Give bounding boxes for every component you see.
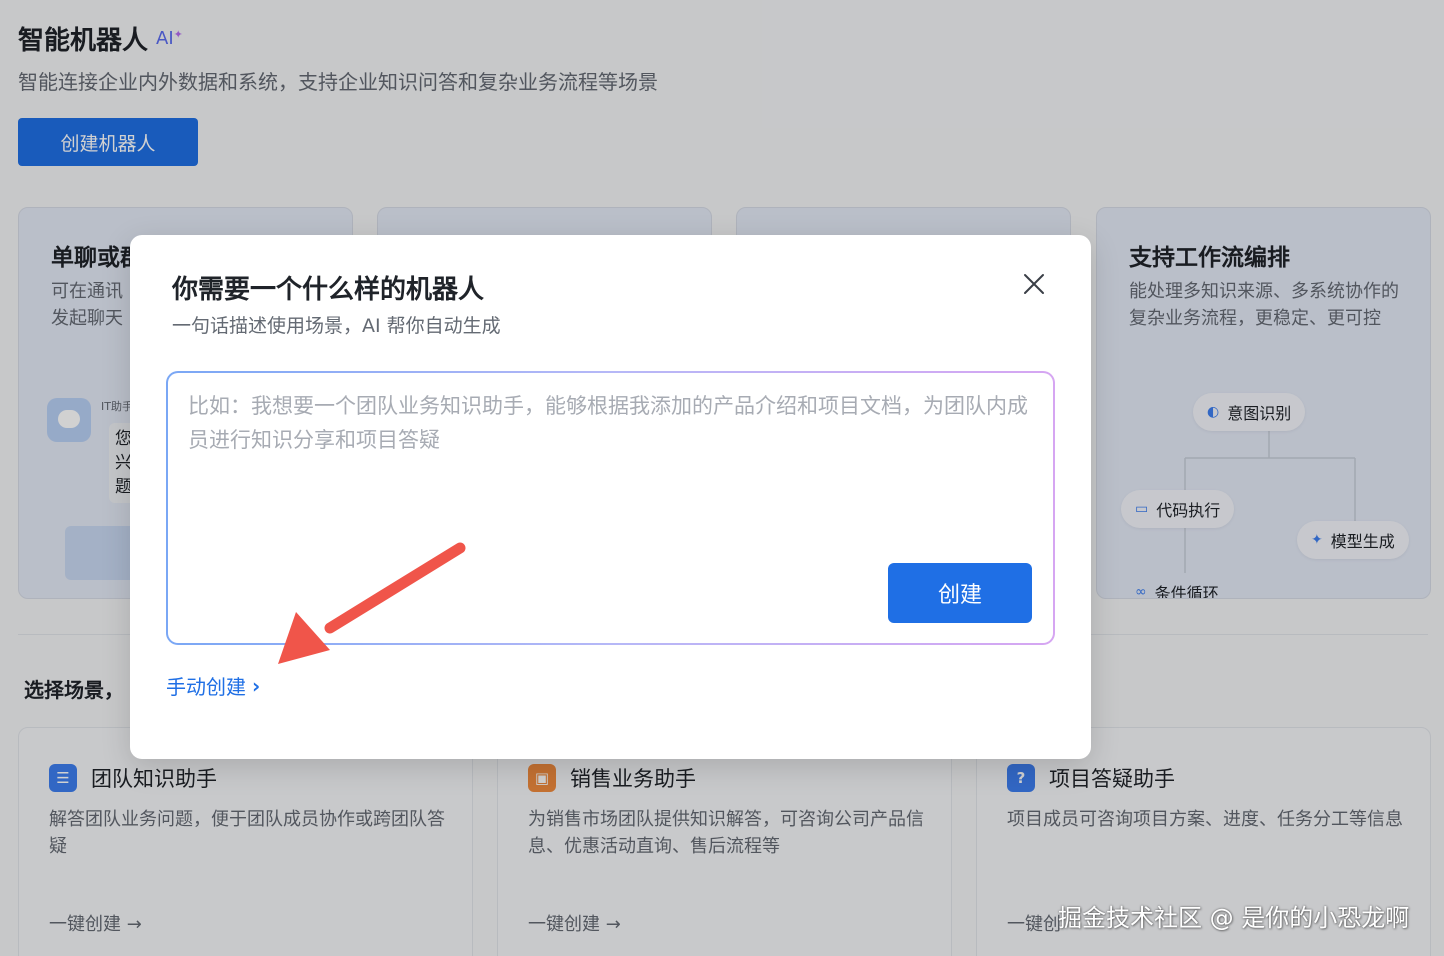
create-robot-dialog: 你需要一个什么样的机器人 一句话描述使用场景，AI 帮你自动生成 创建 手动创建… [130, 235, 1091, 759]
chevron-right-icon: › [252, 673, 261, 698]
prompt-inner: 创建 [168, 373, 1053, 643]
dialog-subtitle: 一句话描述使用场景，AI 帮你自动生成 [172, 315, 501, 337]
manual-create-link[interactable]: 手动创建 › [166, 671, 260, 700]
manual-create-label: 手动创建 [166, 675, 246, 699]
close-icon[interactable] [1018, 268, 1050, 300]
watermark: 掘金技术社区 @ 是你的小恐龙啊 [1058, 904, 1410, 932]
scenario-description-input[interactable] [188, 389, 1033, 539]
create-button[interactable]: 创建 [888, 563, 1032, 623]
dialog-title: 你需要一个什么样的机器人 [172, 275, 485, 305]
prompt-box: 创建 [166, 371, 1055, 645]
